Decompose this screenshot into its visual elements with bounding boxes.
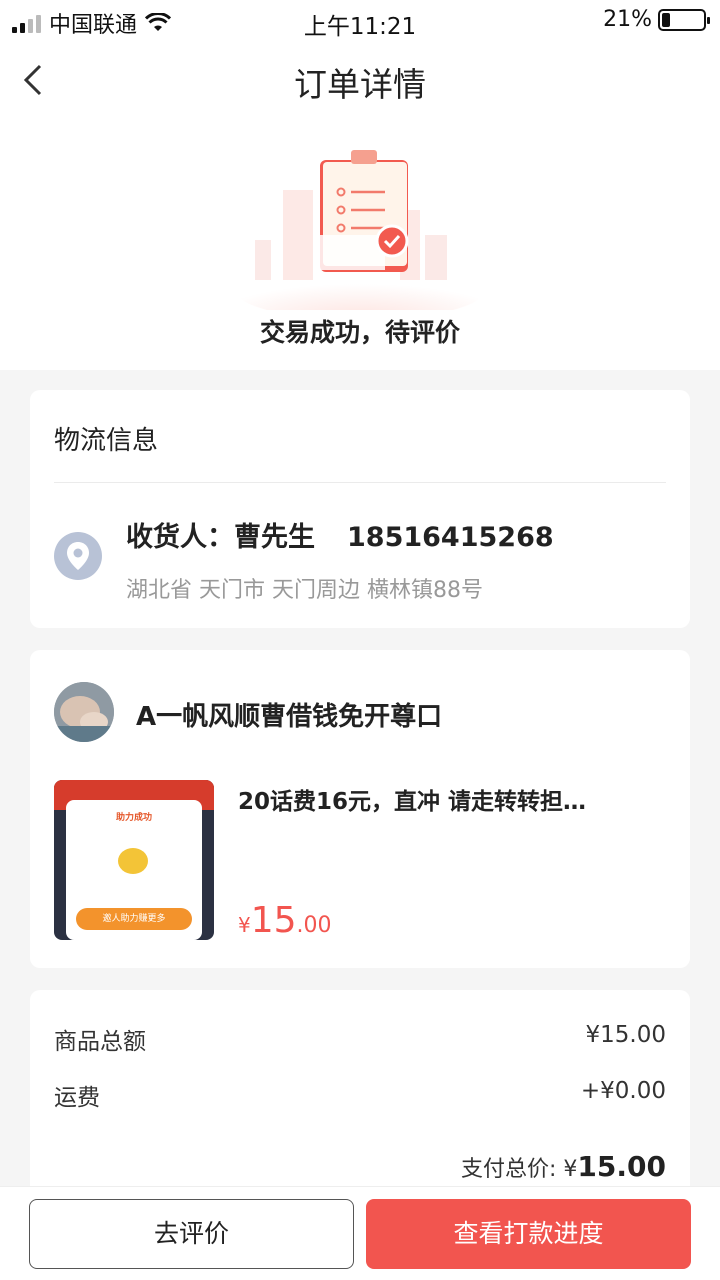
logistics-title: 物流信息 [54, 426, 159, 456]
shipping-label: 运费 [54, 1085, 100, 1111]
bottom-action-bar: 去评价 查看打款进度 [0, 1186, 720, 1280]
page-title: 订单详情 [294, 65, 426, 104]
product-name[interactable]: 20话费16元，直冲 请走转转担… [238, 782, 658, 816]
price-currency: ¥ [238, 913, 251, 937]
receiver-phone: 18516415268 [347, 522, 554, 553]
goods-total-row: 商品总额 ¥15.00 [54, 1022, 666, 1056]
thumbnail-button: 邀人助力赚更多 [76, 908, 192, 930]
location-pin-icon [54, 532, 102, 580]
battery-level-fill [662, 12, 671, 27]
shipping-value: +¥0.00 [580, 1078, 666, 1104]
battery-percent: 21% [603, 7, 652, 32]
payment-total-value: 15.00 [577, 1150, 666, 1183]
clipboard-check-illustration [235, 150, 485, 310]
view-payment-progress-button[interactable]: 查看打款进度 [366, 1199, 691, 1269]
thumbnail-title: 助力成功 [115, 813, 152, 823]
receiver-address: 湖北省 天门市 天门周边 横林镇88号 [126, 578, 483, 603]
logistics-card: 物流信息 收货人：曹先生 18516415268 湖北省 天门市 天门周边 横林镇… [30, 390, 690, 628]
nav-bar: 订单详情 [0, 40, 720, 120]
product-price: ¥15.00 [238, 900, 332, 941]
shipping-row: 运费 +¥0.00 [54, 1078, 666, 1112]
thumbnail-card: 助力成功 邀人助力赚更多 [66, 800, 202, 940]
product-thumbnail[interactable]: 助力成功 邀人助力赚更多 [54, 780, 214, 940]
divider [54, 482, 666, 483]
goods-total-label: 商品总额 [54, 1029, 146, 1055]
status-right: 21% [603, 7, 710, 32]
receiver-info: 收货人：曹先生 18516415268 [126, 515, 554, 554]
payment-total: 支付总价: ¥15.00 [461, 1150, 666, 1183]
price-integer: 15 [250, 900, 297, 941]
payment-total-label: 支付总价: ¥ [461, 1157, 578, 1182]
seller-name[interactable]: A一帆风顺曹借钱免开尊口 [136, 696, 442, 733]
goods-total-value: ¥15.00 [585, 1022, 666, 1048]
order-status-hero: 交易成功，待评价 [0, 120, 720, 370]
review-button[interactable]: 去评价 [29, 1199, 354, 1269]
order-status-text: 交易成功，待评价 [259, 318, 460, 347]
coin-icon [118, 848, 148, 874]
product-card[interactable]: A一帆风顺曹借钱免开尊口 助力成功 邀人助力赚更多 20话费16元，直冲 请走转… [30, 650, 690, 968]
battery-icon [658, 8, 710, 31]
receiver-name: 收货人：曹先生 [126, 522, 315, 553]
price-decimal: .00 [296, 913, 332, 938]
status-bar: 中国联通 上午11:21 21% [0, 0, 720, 40]
seller-avatar[interactable] [54, 682, 114, 742]
